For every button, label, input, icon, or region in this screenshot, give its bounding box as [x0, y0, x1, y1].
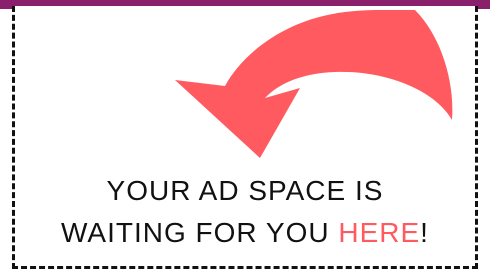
headline-line-2: WAITING FOR YOU HERE!	[18, 212, 472, 254]
headline-line-2-suffix: !	[420, 217, 429, 248]
ad-headline: YOUR AD SPACE IS WAITING FOR YOU HERE!	[18, 170, 472, 254]
curved-arrow-icon	[175, 10, 453, 158]
headline-line-2-prefix: WAITING FOR YOU	[61, 217, 339, 248]
here-link[interactable]: HERE	[338, 217, 420, 248]
ad-page: YOUR AD SPACE IS WAITING FOR YOU HERE!	[0, 0, 490, 275]
headline-line-1: YOUR AD SPACE IS	[106, 175, 384, 206]
